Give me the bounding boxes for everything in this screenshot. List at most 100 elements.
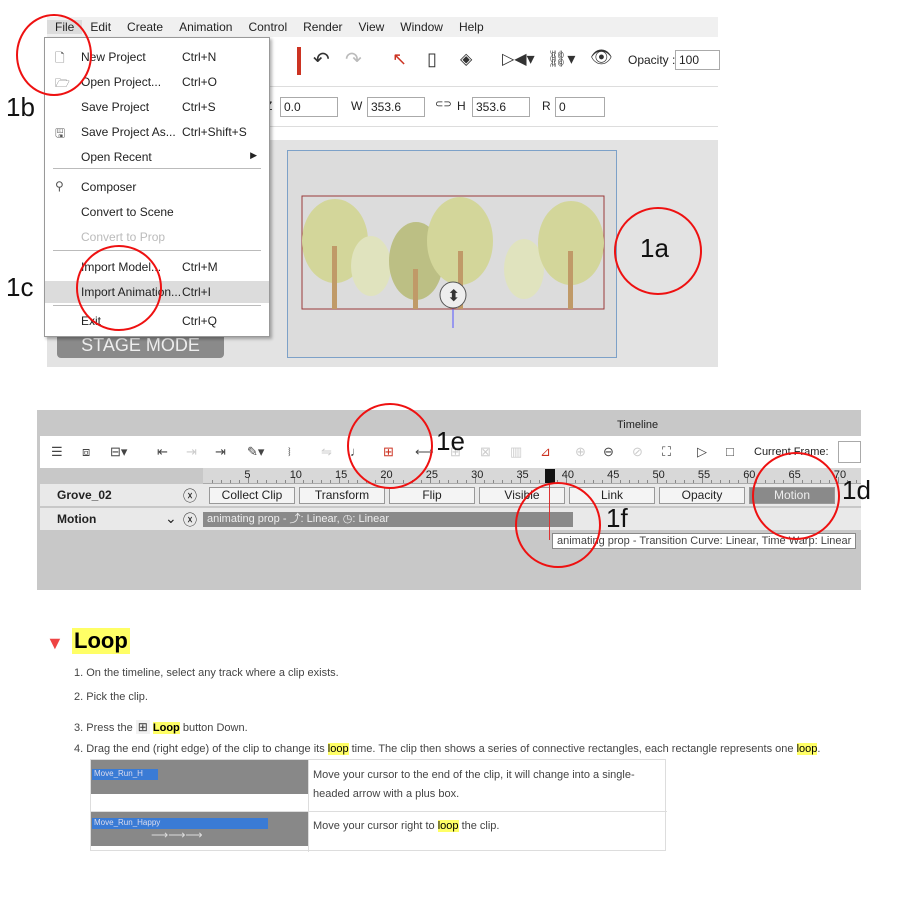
z-input[interactable]: 0.0 [280,97,338,117]
annotation-circle-1e [347,403,433,489]
ruler-tick [302,480,304,483]
eye-icon[interactable]: 👁 [590,47,613,68]
opacity-input[interactable]: 100 [675,50,720,70]
menu-render[interactable]: Render [295,20,350,34]
menu-item-shortcut: Ctrl+M [182,260,218,274]
clip-1-label: Move_Run_H [92,769,158,780]
menu-control[interactable]: Control [240,20,295,34]
add-key-icon[interactable]: ⇥ [186,444,197,460]
drag-arrow-icon: ⟶⟶⟶ [151,828,203,842]
close-track-icon[interactable]: ⓧ [183,486,197,506]
expand-icon[interactable]: ⌄ [165,510,177,527]
menu-item-convert-to-scene[interactable]: Convert to Scene [45,201,269,223]
undo-icon[interactable]: ↶ [313,47,330,72]
s4c: time. The clip then shows a series of co… [348,743,797,755]
playhead-handle[interactable] [545,469,555,483]
close-motion-icon[interactable]: ⓧ [183,510,197,530]
menu-separator [53,168,261,169]
menu-edit[interactable]: Edit [82,20,119,34]
clip-curve: : Linear, [300,513,340,525]
ruler-tick [357,480,359,483]
current-frame-input[interactable] [838,441,861,463]
clip-image-2: Move_Run_Happy ⟶⟶⟶ [91,812,308,846]
ruler-tick [710,480,712,483]
menu-view[interactable]: View [350,20,392,34]
select-arrow-icon[interactable]: ↖ [392,49,407,70]
ruler-tick [692,480,694,483]
menu-item-save-project-as[interactable]: 🖫 Save Project As... Ctrl+Shift+S [45,121,269,143]
track-list-icon[interactable]: ☰ [51,444,63,460]
keyframe-icon[interactable]: ⧈ [82,444,90,460]
menu-item-convert-to-prop[interactable]: Convert to Prop [45,226,269,248]
menu-item-label: Convert to Prop [81,230,166,244]
menu-item-exit[interactable]: Exit Ctrl+Q [45,310,269,332]
fill-icon[interactable]: ◈ [460,49,472,69]
save-icon: 🖫 [55,126,66,140]
clock-icon: ◷ [342,513,353,525]
h-input[interactable]: 353.6 [472,97,530,117]
chip-flip[interactable]: Flip [389,487,475,504]
link-icon[interactable]: ⛓▾ [547,49,575,69]
menu-item-save-project[interactable]: Save Project Ctrl+S [45,96,269,118]
w-input[interactable]: 353.6 [367,97,425,117]
stop-icon[interactable]: □ [726,444,734,459]
merge-icon[interactable]: ▥ [510,444,522,460]
copy-icon[interactable]: ▯ [427,49,437,70]
split-icon[interactable]: ⧘ [288,444,291,460]
ruler-tick [466,480,468,483]
clip-warp: : Linear [352,513,390,525]
stage-canvas[interactable]: ⬍ [287,150,617,358]
ruler-label: 40 [561,469,575,481]
tree-grove-prop[interactable]: ⬍ [288,151,618,359]
s4d: loop [796,743,818,755]
menu-item-shortcut: Ctrl+Q [182,314,218,328]
menu-separator [53,250,261,251]
menu-create[interactable]: Create [119,20,171,34]
reset-icon[interactable]: ⊿ [540,444,551,460]
instruction-table: Move_Run_H Move_Run_Happy ⟶⟶⟶ Move your … [90,759,667,852]
ruler-tick [420,480,422,483]
curve-icon[interactable]: ⇋ [321,444,332,460]
delete-key-icon[interactable]: ⊠ [480,444,491,460]
fit-icon[interactable]: ⛶ [662,444,671,460]
annotation-circle-1f [515,482,601,568]
menu-window[interactable]: Window [392,20,451,34]
play-icon[interactable]: ▷ [697,444,707,460]
menu-item-open-recent[interactable]: Open Recent ▶ [45,146,269,168]
ruler-tick [456,480,458,483]
menu-item-label: Save Project [81,100,150,114]
r-input[interactable]: 0 [555,97,605,117]
track-row-motion[interactable]: Motion ⌄ ⓧ animating prop - ⤴: Linear, ◷… [40,508,861,530]
chip-collect-clip[interactable]: Collect Clip [209,487,295,504]
zoom-in-icon[interactable]: ⊕ [575,444,586,460]
prev-key-icon[interactable]: ⇤ [157,444,168,460]
menu-animation[interactable]: Animation [171,20,240,34]
menu-item-composer[interactable]: ⚲ Composer [45,176,269,198]
next-key-icon[interactable]: ⇥ [215,444,226,460]
chip-opacity[interactable]: Opacity [659,487,745,504]
ruler-tick [719,480,721,483]
redo-icon[interactable]: ↷ [345,47,362,72]
zoom-out-icon[interactable]: ⊖ [603,444,614,460]
track-row-grove[interactable]: Grove_02 ⓧ Collect Clip Transform Flip Visi… [40,484,861,506]
no-icon[interactable]: ⊘ [632,444,643,460]
chip-transform[interactable]: Transform [299,487,385,504]
menu-item-label: Save Project As... [81,125,176,139]
menu-item-shortcut: Ctrl+N [182,50,217,64]
clip-prefix: animating prop - [207,513,290,525]
edit-icon[interactable]: ✎▾ [247,444,264,460]
ruler-label: 5 [244,469,251,481]
menu-item-label: Open Recent [81,150,152,164]
lock-ratio-icon[interactable]: ⊂⊃ [435,99,452,110]
s4a: 4. Drag the end (right edge) of the clip… [74,743,328,755]
ruler-tick [221,480,223,483]
menu-item-shortcut: Ctrl+O [182,75,218,89]
menu-help[interactable]: Help [451,20,492,34]
flip-icon[interactable]: ▷◀▾ [502,49,535,69]
ruler-tick [665,480,667,483]
insert-track-icon[interactable]: ⊟▾ [110,444,127,460]
ruler-tick [729,480,731,483]
ruler-tick [629,480,631,483]
collapse-triangle-icon[interactable]: ▼ [46,633,64,654]
menu-item-label: Open Project... [81,75,162,89]
